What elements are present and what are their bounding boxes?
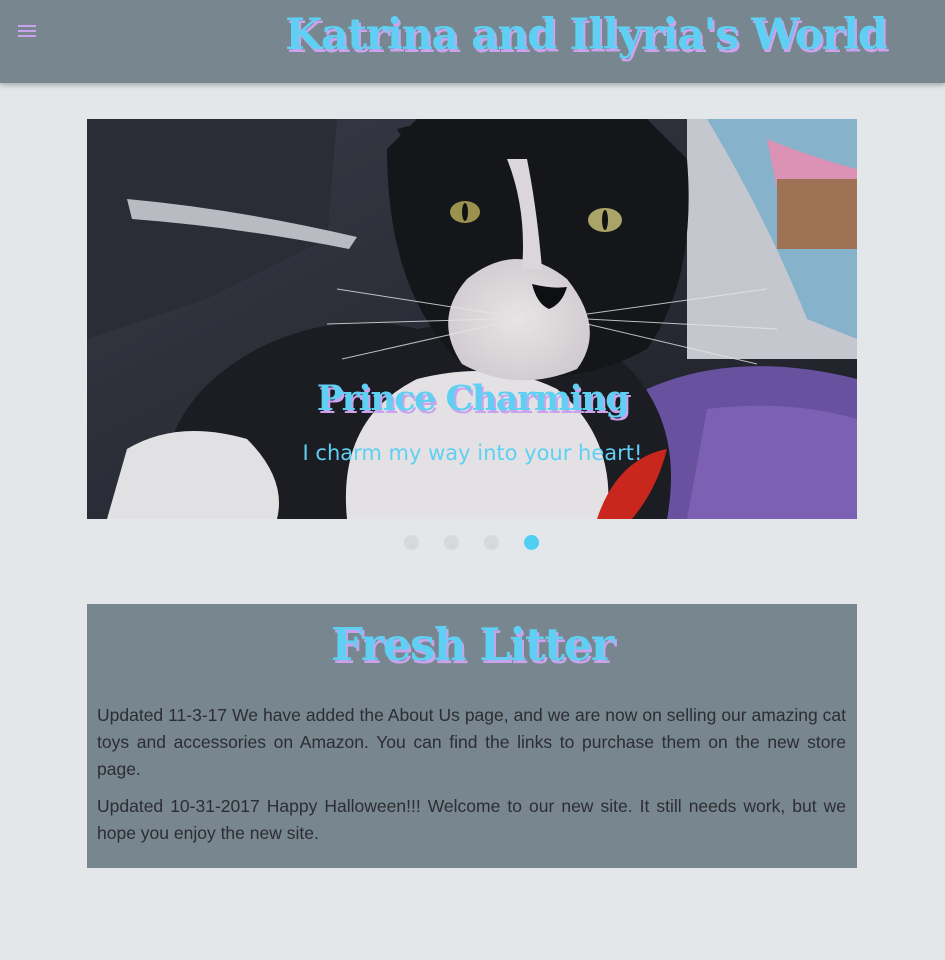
carousel-indicators	[0, 535, 945, 551]
menu-button[interactable]	[12, 19, 42, 45]
carousel-dot-4[interactable]	[524, 535, 539, 550]
carousel-dot-3[interactable]	[484, 535, 499, 550]
carousel-dot-2[interactable]	[444, 535, 459, 550]
news-paragraph: Updated 10-31-2017 Happy Halloween!!! We…	[97, 796, 846, 843]
slide-caption-title: Prince Charming	[316, 378, 630, 419]
news-heading: Fresh Litter	[331, 618, 614, 671]
news-paragraph: Updated 11-3-17 We have added the About …	[97, 705, 846, 779]
site-title[interactable]: Katrina and Illyria's World	[285, 10, 888, 60]
hamburger-menu-icon	[18, 25, 36, 37]
carousel-dot-1[interactable]	[404, 535, 419, 550]
slide-caption-subtitle: I charm my way into your heart!	[302, 441, 643, 465]
top-app-bar: Katrina and Illyria's World	[0, 0, 945, 83]
news-section: Fresh Litter Updated 11-3-17 We have add…	[87, 604, 857, 868]
